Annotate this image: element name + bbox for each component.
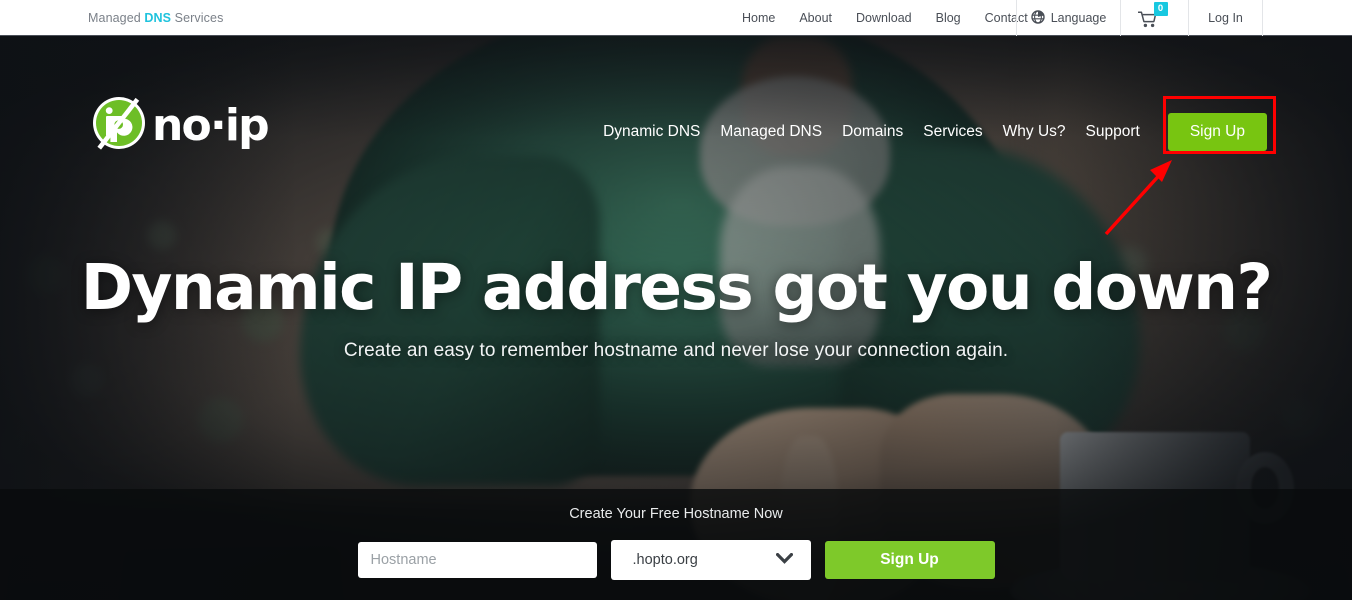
main-nav-why-us[interactable]: Why Us? xyxy=(1003,123,1066,141)
utility-nav-about[interactable]: About xyxy=(799,11,832,25)
hero-subheadline: Create an easy to remember hostname and … xyxy=(343,340,1009,362)
language-selector[interactable]: Language xyxy=(1016,0,1120,36)
utility-nav-home[interactable]: Home xyxy=(742,11,775,25)
main-nav: Dynamic DNS Managed DNS Domains Services… xyxy=(603,113,1267,151)
hero-section: no·ip Dynamic DNS Managed DNS Domains Se… xyxy=(0,36,1352,600)
hostname-signup-button[interactable]: Sign Up xyxy=(824,541,995,579)
utility-nav-download[interactable]: Download xyxy=(856,11,912,25)
hero-header: no·ip Dynamic DNS Managed DNS Domains Se… xyxy=(0,36,1352,196)
main-nav-support[interactable]: Support xyxy=(1086,123,1140,141)
top-utility-bar: Managed DNS Services Home About Download… xyxy=(0,0,1352,36)
hostname-form: Create Your Free Hostname Now .hopto.org… xyxy=(0,506,1352,580)
hostname-input[interactable] xyxy=(357,542,597,578)
hero-copy: Dynamic IP address got you down? Create … xyxy=(0,251,1352,362)
language-label: Language xyxy=(1050,11,1107,25)
utility-nav: Home About Download Blog Contact xyxy=(742,0,1028,36)
cart-count-badge: 0 xyxy=(1153,2,1168,16)
tagline-pre: Managed xyxy=(88,11,145,25)
globe-icon xyxy=(1030,9,1045,27)
cart-button[interactable]: 0 xyxy=(1120,0,1188,36)
tagline-emphasis: DNS xyxy=(144,11,172,25)
main-nav-dynamic-dns[interactable]: Dynamic DNS xyxy=(603,123,700,141)
domain-select[interactable]: .hopto.org xyxy=(610,540,811,580)
cart-wrapper: 0 xyxy=(1137,2,1172,29)
login-label: Log In xyxy=(1208,11,1243,25)
site-tagline: Managed DNS Services xyxy=(88,0,223,36)
tagline-post: Services xyxy=(171,11,224,25)
hostname-form-row: .hopto.org Sign Up xyxy=(0,540,1352,580)
utility-nav-blog[interactable]: Blog xyxy=(936,11,961,25)
hostname-form-label: Create Your Free Hostname Now xyxy=(569,506,783,522)
signup-button[interactable]: Sign Up xyxy=(1167,113,1267,151)
main-nav-domains[interactable]: Domains xyxy=(842,123,903,141)
no-ip-logo-icon xyxy=(92,96,146,155)
logo-wordmark: no·ip xyxy=(152,99,270,151)
site-logo[interactable]: no·ip xyxy=(92,96,270,155)
login-link[interactable]: Log In xyxy=(1188,0,1262,36)
domain-select-value: .hopto.org xyxy=(632,552,698,568)
utility-bar-end-cell xyxy=(1262,0,1352,36)
main-nav-services[interactable]: Services xyxy=(923,123,982,141)
chevron-down-icon xyxy=(774,551,794,569)
hero-headline: Dynamic IP address got you down? xyxy=(80,251,1273,324)
main-nav-managed-dns[interactable]: Managed DNS xyxy=(720,123,822,141)
